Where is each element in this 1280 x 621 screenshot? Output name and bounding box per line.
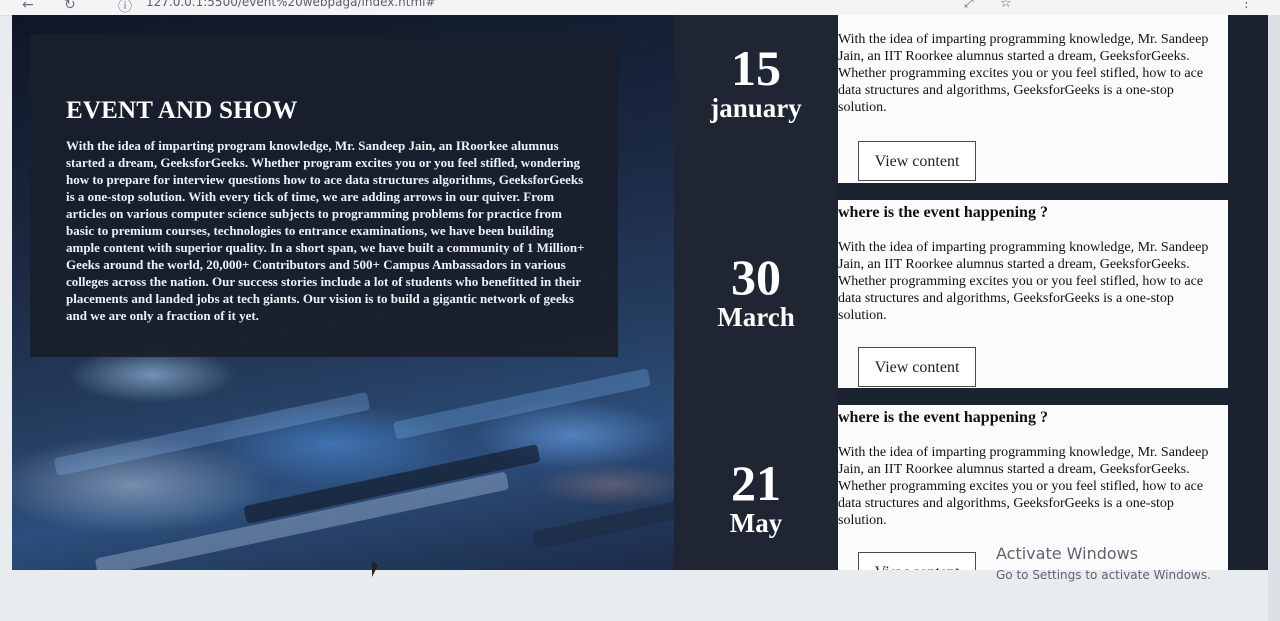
event-date-3: 21 May [674,458,838,538]
hero-background-image: EVENT AND SHOW With the idea of impartin… [12,15,693,570]
event-card-2: where is the event happening ? With the … [838,200,1228,388]
event-day: 30 [731,249,781,305]
event-day: 15 [731,40,781,96]
mouse-pointer-icon [372,561,378,577]
view-content-button[interactable]: View content [858,347,976,387]
hero-blur-shape [94,471,510,570]
reload-icon[interactable]: ↻ [64,0,76,13]
event-description: With the idea of imparting programming k… [838,445,1209,528]
page-viewport: EVENT AND SHOW With the idea of impartin… [12,15,1268,570]
event-month: january [710,93,802,123]
event-question: where is the event happening ? [838,204,1048,221]
site-info-icon[interactable]: ⓘ [118,0,132,16]
browser-toolbar: ← ↻ ⓘ 127.0.0.1:5500/event%20webpaga/ind… [0,0,1280,16]
event-month: March [717,302,795,332]
bookmark-star-icon[interactable]: ☆ [1000,0,1012,11]
event-card-1: With the idea of imparting programming k… [838,15,1228,183]
windows-activation-watermark: Activate Windows Go to Settings to activ… [996,544,1211,586]
browser-menu-icon[interactable]: ⋮ [1240,0,1253,11]
event-day: 21 [731,455,781,511]
extensions-icon[interactable]: ⤢ [964,0,974,11]
watermark-subtitle: Go to Settings to activate Windows. [996,568,1211,582]
event-question: where is the event happening ? [838,409,1048,426]
back-icon[interactable]: ← [22,0,34,13]
view-content-button[interactable]: View content [858,552,976,570]
window-edge [1268,15,1280,621]
address-bar[interactable]: 127.0.0.1:5500/event%20webpaga/index.htm… [146,0,436,9]
hero-blur-shape [531,498,693,550]
event-month: May [729,508,783,538]
hero-blur-shape [392,368,652,440]
event-date-2: 30 March [674,252,838,332]
watermark-title: Activate Windows [996,544,1139,563]
event-description: With the idea of imparting programming k… [838,32,1209,115]
event-description: With the idea of imparting programming k… [838,240,1209,323]
hero-text-panel: EVENT AND SHOW With the idea of impartin… [30,35,618,357]
view-content-button[interactable]: View content [858,141,976,181]
hero-blur-shape [53,391,371,477]
event-date-1: 15 january [674,43,838,123]
hero-body: With the idea of imparting program knowl… [66,138,585,323]
hero-title: EVENT AND SHOW [66,97,298,124]
